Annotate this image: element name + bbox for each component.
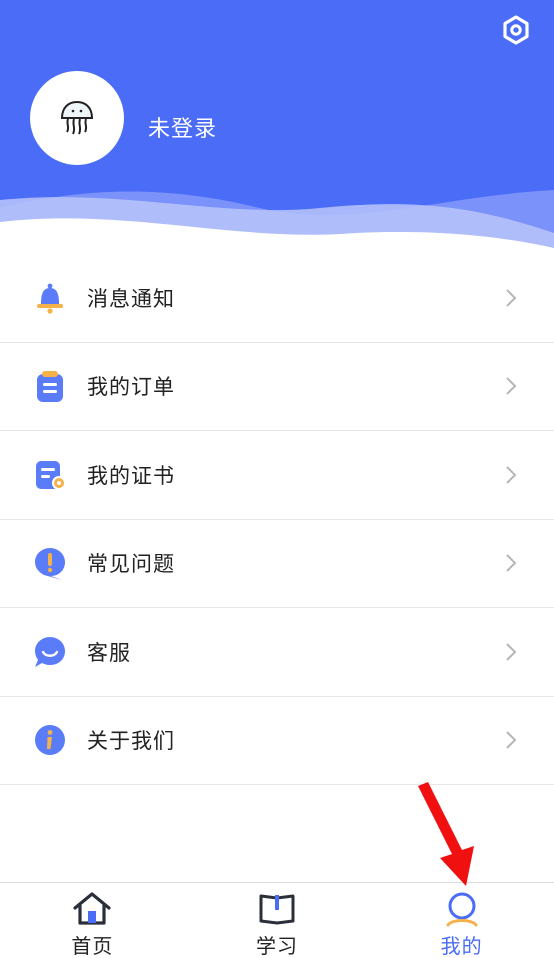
menu-item-label: 消息通知 [87, 286, 175, 311]
tab-label: 首页 [71, 934, 114, 958]
info-icon [35, 725, 65, 756]
chevron-right-icon [506, 731, 517, 749]
red-arrow-icon [418, 782, 474, 886]
gear-icon [503, 15, 529, 45]
menu-item-label: 我的证书 [87, 463, 175, 488]
tab-study[interactable]: 学习 [185, 883, 370, 958]
chevron-right-icon [506, 643, 517, 661]
home-icon [73, 892, 111, 925]
certificate-icon [36, 460, 66, 490]
tab-label: 我的 [440, 934, 483, 958]
chevron-right-icon [506, 289, 517, 307]
settings-menu: 消息通知 我的订单 我的证书 常见问题 客服 关于我们 [0, 254, 554, 785]
avatar[interactable] [30, 71, 124, 165]
menu-item-label: 关于我们 [87, 729, 175, 754]
user-icon [446, 892, 478, 927]
bell-icon [37, 283, 63, 314]
customer-service-icon [35, 636, 65, 667]
menu-item-faq[interactable]: 常见问题 [0, 519, 554, 608]
login-prompt[interactable]: 未登录 [148, 111, 217, 143]
menu-item-label: 我的订单 [87, 375, 175, 400]
profile-header: 未登录 [0, 0, 554, 250]
menu-item-about-us[interactable]: 关于我们 [0, 696, 554, 785]
menu-item-label: 客服 [87, 640, 131, 665]
chevron-right-icon [506, 377, 517, 395]
bottom-tab-bar: 首页 学习 我的 [0, 882, 554, 958]
settings-button[interactable] [498, 12, 534, 48]
menu-item-notifications[interactable]: 消息通知 [0, 254, 554, 343]
menu-item-orders[interactable]: 我的订单 [0, 342, 554, 431]
faq-icon [35, 548, 65, 581]
wave-decoration [0, 190, 554, 250]
menu-item-certificates[interactable]: 我的证书 [0, 431, 554, 520]
chevron-right-icon [506, 554, 517, 572]
order-icon [37, 371, 63, 403]
tab-label: 学习 [256, 934, 298, 958]
tab-home[interactable]: 首页 [0, 883, 185, 958]
chevron-right-icon [506, 466, 517, 484]
tab-mine[interactable]: 我的 [369, 883, 554, 958]
jellyfish-icon [60, 100, 94, 135]
menu-item-label: 常见问题 [87, 552, 175, 577]
book-icon [259, 894, 295, 925]
menu-item-customer-service[interactable]: 客服 [0, 608, 554, 697]
